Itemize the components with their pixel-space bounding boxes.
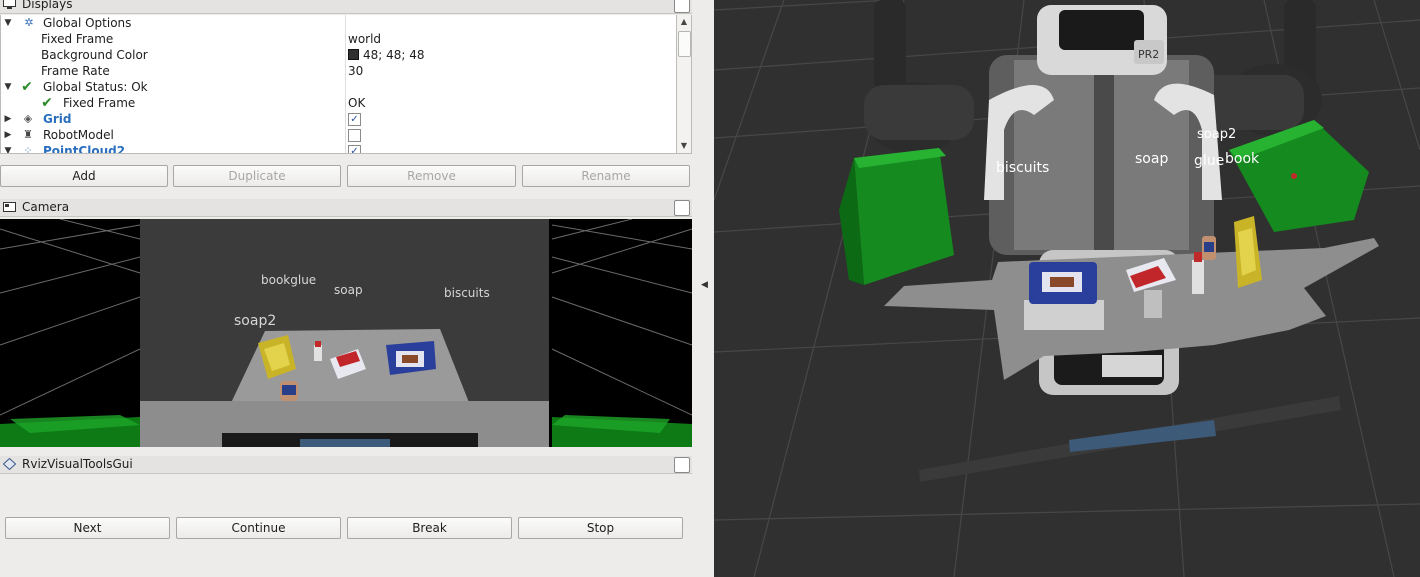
duplicate-button[interactable]: Duplicate	[173, 165, 341, 187]
camera-close-button[interactable]	[674, 200, 690, 216]
background-color-text: 48; 48; 48	[363, 48, 425, 62]
tree-row-global-options[interactable]: ▼ ✲ Global Options	[1, 15, 677, 31]
tree-label: Background Color	[41, 48, 148, 62]
tree-row-frame-rate[interactable]: Frame Rate 30	[1, 63, 677, 79]
pointcloud-icon: ⁘	[23, 144, 33, 154]
checkmark-icon: ✔	[41, 95, 53, 111]
rename-button[interactable]: Rename	[522, 165, 690, 187]
left-panel: Displays ▼ ✲ Global Options Fixed Frame …	[0, 0, 697, 577]
scene-label-soap: soap	[1135, 151, 1168, 167]
tree-row-background-color[interactable]: Background Color 48; 48; 48	[1, 47, 677, 63]
pointcloud-checkbox[interactable]: ✓	[348, 145, 361, 153]
grid-checkbox[interactable]: ✓	[348, 113, 361, 126]
expand-down-icon[interactable]: ▼	[3, 15, 13, 31]
scene-label-biscuits: biscuits	[996, 160, 1049, 176]
stop-button[interactable]: Stop	[518, 517, 683, 539]
rviz-tools-panel-header: RvizVisualToolsGui	[0, 456, 692, 474]
panel-splitter[interactable]: ◀	[697, 0, 714, 577]
expand-right-icon[interactable]: ▶	[3, 127, 13, 143]
scene-label-soap2: soap2	[1197, 127, 1236, 142]
camera-label-bookglue: bookglue	[261, 273, 316, 287]
break-button[interactable]: Break	[347, 517, 512, 539]
robot-model-checkbox[interactable]	[348, 129, 361, 142]
grid-icon: ◈	[23, 112, 33, 125]
expand-down-icon[interactable]: ▼	[3, 143, 13, 153]
tree-label: Fixed Frame	[63, 96, 136, 110]
monitor-icon	[3, 0, 16, 10]
tree-row-status-fixed-frame[interactable]: ✔ Fixed Frame OK	[1, 95, 677, 111]
scroll-up-icon[interactable]: ▲	[677, 17, 691, 26]
camera-label-soap: soap	[334, 283, 363, 297]
scroll-thumb[interactable]	[678, 31, 691, 57]
tree-label: RobotModel	[43, 128, 114, 142]
diamond-icon	[2, 457, 17, 471]
scene-label-book: book	[1225, 151, 1260, 167]
displays-panel-header: Displays	[0, 0, 692, 14]
robot-icon: ♜	[23, 128, 33, 141]
collapse-left-icon[interactable]: ◀	[701, 280, 708, 290]
displays-tree: ▼ ✲ Global Options Fixed Frame world Bac…	[0, 15, 678, 154]
background-color-value[interactable]: 48; 48; 48	[348, 47, 425, 63]
robot-badge: PR2	[1138, 48, 1159, 61]
camera-icon	[3, 201, 16, 213]
next-button[interactable]: Next	[5, 517, 170, 539]
tree-row-fixed-frame[interactable]: Fixed Frame world	[1, 31, 677, 47]
tree-row-grid[interactable]: ▶ ◈ Grid ✓	[1, 111, 677, 127]
rviz-tools-title: RvizVisualToolsGui	[22, 457, 133, 471]
tree-row-robot-model[interactable]: ▶ ♜ RobotModel	[1, 127, 677, 143]
displays-title: Displays	[22, 0, 73, 11]
camera-title: Camera	[22, 200, 70, 214]
tree-label: Fixed Frame	[41, 32, 114, 46]
tree-label: Global Status: Ok	[43, 80, 148, 94]
render-3d-view[interactable]: PR2 biscuits soap soap2 glue book	[714, 0, 1420, 577]
tree-label: PointCloud2	[43, 144, 126, 154]
color-swatch	[348, 49, 359, 60]
rviz-tools-close-button[interactable]	[674, 457, 690, 473]
tree-label: Global Options	[43, 16, 132, 30]
expand-right-icon[interactable]: ▶	[3, 111, 13, 127]
checkmark-icon: ✔	[21, 79, 33, 95]
remove-button[interactable]: Remove	[347, 165, 516, 187]
camera-label-biscuits: biscuits	[444, 286, 490, 300]
tree-label: Grid	[43, 112, 72, 126]
status-value: OK	[348, 96, 366, 110]
tree-label: Frame Rate	[41, 64, 110, 78]
expand-down-icon[interactable]: ▼	[3, 79, 13, 95]
camera-view[interactable]: bookglue soap biscuits soap2	[0, 219, 692, 447]
frame-rate-value[interactable]: 30	[348, 63, 363, 79]
displays-scrollbar[interactable]: ▲ ▼	[676, 15, 692, 154]
tree-row-global-status[interactable]: ▼ ✔ Global Status: Ok	[1, 79, 677, 95]
camera-label-soap2: soap2	[234, 313, 276, 329]
displays-close-button[interactable]	[674, 0, 690, 13]
add-button[interactable]: Add	[0, 165, 168, 187]
scene-label-glue: glue	[1194, 153, 1224, 169]
fixed-frame-value[interactable]: world	[348, 31, 381, 47]
continue-button[interactable]: Continue	[176, 517, 341, 539]
gear-icon: ✲	[24, 16, 34, 29]
camera-panel-header: Camera	[0, 199, 692, 217]
tree-row-pointcloud[interactable]: ▼ ⁘ PointCloud2 ✓	[1, 143, 677, 154]
scroll-down-icon[interactable]: ▼	[677, 141, 691, 150]
